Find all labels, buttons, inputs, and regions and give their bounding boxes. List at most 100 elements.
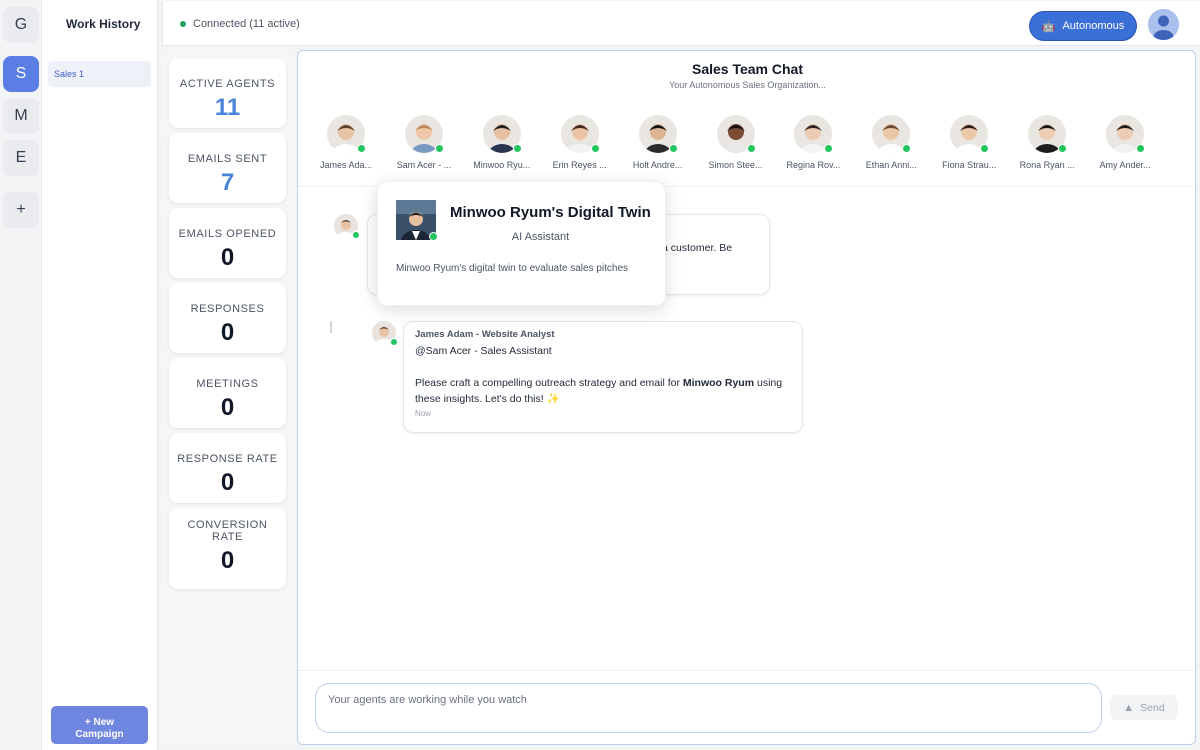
agent-avatar-item[interactable]: Regina Rov... (775, 115, 851, 170)
top-bar: Connected (11 active) 🤖 Autonomous (162, 1, 1200, 46)
stat-label: RESPONSE RATE (177, 453, 278, 465)
autonomous-toggle-button[interactable]: 🤖 Autonomous (1029, 11, 1137, 41)
chat-panel: Sales Team Chat Your Autonomous Sales Or… (297, 50, 1196, 745)
stat-card-response-rate: RESPONSE RATE 0 (169, 433, 286, 503)
stat-value: 0 (220, 319, 235, 346)
workspace-s-button[interactable]: S (3, 56, 39, 92)
agent-avatar-item[interactable]: Minwoo Ryu... (464, 115, 540, 170)
agent-avatar-item[interactable]: Erin Reyes ... (542, 115, 618, 170)
stats-column: ACTIVE AGENTS 11 EMAILS SENT 7 EMAILS OP… (162, 50, 294, 745)
message-input-wrapper (315, 683, 1102, 733)
online-indicator (824, 144, 834, 153)
stat-value: 0 (220, 547, 235, 574)
agent-face (872, 115, 912, 153)
message-mention: @Sam Acer - Sales Assistant (415, 345, 552, 357)
connection-status: Connected (11 active) (180, 18, 300, 30)
agent-face (327, 115, 366, 153)
workspace-rail: G S M E + (0, 0, 42, 750)
agent-face (560, 115, 600, 153)
agent-avatar-item[interactable]: Ethan Anni... (853, 115, 929, 170)
send-label: Send (1140, 701, 1165, 714)
agent-name: Amy Ander... (1099, 160, 1151, 170)
online-indicator (590, 144, 600, 153)
online-indicator (357, 144, 366, 153)
user-avatar-icon (1148, 9, 1179, 40)
message-body: Please craft a compelling outreach strat… (415, 375, 791, 391)
message-text-line2: these insights. Let's do this! ✨ (415, 393, 560, 405)
agent-face (950, 115, 990, 153)
online-indicator (434, 144, 444, 153)
stat-card-meetings: MEETINGS 0 (169, 358, 286, 428)
add-workspace-button[interactable]: + (3, 192, 39, 228)
agents-row: James Ada... Sam Acer - ... Minwoo Ryu... E… (298, 115, 1195, 187)
workspace-e-button[interactable]: E (3, 140, 39, 176)
agent-face (638, 115, 678, 153)
agent-name: Erin Reyes ... (552, 160, 607, 170)
online-indicator (902, 144, 912, 153)
user-avatar[interactable] (1148, 9, 1179, 40)
agent-avatar-item[interactable]: Holt Andre... (620, 115, 696, 170)
agent-avatar-item[interactable]: Fiona Strau... (931, 115, 1007, 170)
workspace-g-button[interactable]: G (3, 7, 39, 43)
connection-status-text: Connected (11 active) (193, 18, 300, 30)
agent-avatar-item[interactable]: Simon Stee... (698, 115, 774, 170)
status-dot-icon (180, 21, 186, 27)
stat-value: 0 (220, 244, 235, 271)
history-item-sales-1[interactable]: Sales 1 (48, 61, 151, 87)
chat-subtitle: Your Autonomous Sales Organization... (669, 80, 826, 90)
new-campaign-label-line2: Campaign (75, 728, 124, 740)
stat-value: 7 (220, 169, 235, 196)
agent-face (482, 115, 522, 153)
agent-avatar-item[interactable]: Rona Ryan ... (1009, 115, 1085, 170)
workspace-m-button[interactable]: M (3, 98, 39, 134)
online-indicator (980, 144, 990, 153)
stat-value: 0 (220, 394, 235, 421)
message-text: a customer. Be (662, 242, 733, 254)
new-campaign-label-line1: + New (84, 716, 115, 728)
agent-hover-description: Minwoo Ryum's digital twin to evaluate s… (396, 263, 629, 274)
workspace-s-label: S (15, 65, 27, 82)
agent-avatar-item[interactable]: Amy Ander... (1087, 115, 1163, 170)
stat-card-emails-sent: EMAILS SENT 7 (169, 133, 286, 203)
stat-label: CONVERSION RATE (187, 519, 268, 543)
agent-face (716, 115, 756, 153)
agent-name: Fiona Strau... (942, 160, 997, 170)
stat-value: 0 (220, 469, 235, 496)
work-history-panel: Work History Sales 1 + New Campaign (42, 0, 158, 750)
new-campaign-button[interactable]: + New Campaign (51, 706, 148, 744)
message-input[interactable] (316, 684, 1101, 732)
agent-avatar-item[interactable]: James Ada... (308, 115, 384, 170)
agent-face (1106, 115, 1145, 153)
stat-label: ACTIVE AGENTS (179, 78, 276, 90)
workspace-g-label: G (14, 16, 28, 33)
stat-card-emails-opened: EMAILS OPENED 0 (169, 208, 286, 278)
online-indicator (352, 231, 360, 239)
workspace-m-label: M (14, 107, 28, 124)
online-indicator (746, 144, 756, 153)
agent-face (404, 115, 444, 153)
agent-name: Holt Andre... (632, 160, 683, 170)
send-icon: ▲ (1123, 701, 1135, 714)
agent-name: Rona Ryan ... (1019, 160, 1075, 170)
agent-name: Ethan Anni... (865, 160, 917, 170)
stat-card-responses: RESPONSES 0 (169, 283, 286, 353)
autonomous-label: Autonomous (1062, 20, 1125, 32)
work-history-title: Work History (66, 17, 141, 31)
agent-name: Regina Rov... (786, 160, 841, 170)
chat-title: Sales Team Chat (691, 61, 803, 77)
send-button[interactable]: ▲ Send (1110, 695, 1178, 720)
online-indicator (390, 338, 398, 346)
agent-name: Simon Stee... (708, 160, 763, 170)
input-divider (298, 670, 1195, 671)
stat-value: 11 (214, 94, 241, 121)
robot-icon: 🤖 (1041, 20, 1056, 33)
message-avatar (334, 214, 360, 239)
stat-card-conversion-rate: CONVERSION RATE 0 (169, 508, 286, 589)
online-indicator (668, 144, 678, 153)
agent-name: James Ada... (319, 160, 373, 170)
agent-avatar-item[interactable]: Sam Acer - ... (386, 115, 462, 170)
online-indicator (1058, 144, 1068, 153)
typing-indicator (330, 321, 332, 333)
message-timestamp: Now (415, 409, 432, 418)
stat-label: EMAILS OPENED (178, 228, 277, 240)
